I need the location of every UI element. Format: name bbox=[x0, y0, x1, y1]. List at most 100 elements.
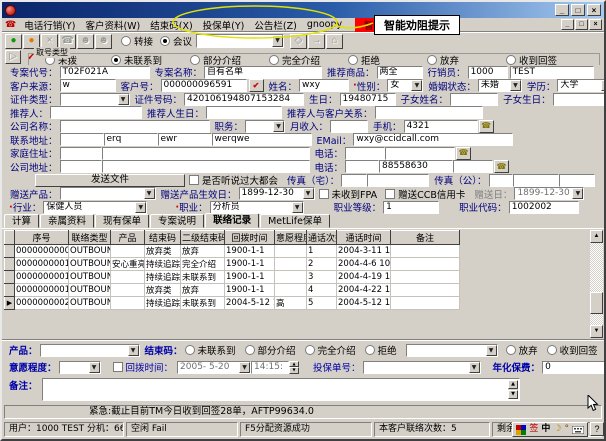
fax-office-input-3[interactable] bbox=[559, 174, 595, 187]
willingness-select[interactable]: ▼ bbox=[59, 361, 101, 374]
gift-eff-select[interactable]: 1899-12-30▼ bbox=[239, 187, 315, 200]
col-header[interactable]: 序号 bbox=[15, 231, 69, 245]
row-selector[interactable] bbox=[5, 245, 15, 258]
chevron-down-icon[interactable]: ▼ bbox=[411, 80, 422, 91]
mdi-minimize-button[interactable]: _ bbox=[561, 19, 574, 30]
col-header[interactable]: 备注 bbox=[391, 231, 460, 245]
tel2-input-1[interactable] bbox=[345, 160, 379, 173]
moon-icon[interactable]: ☽ bbox=[553, 423, 561, 436]
chevron-down-icon[interactable]: ▼ bbox=[118, 94, 129, 105]
keyboard-icon[interactable] bbox=[572, 426, 584, 434]
fax-office-input-1[interactable] bbox=[489, 174, 513, 187]
close-button[interactable]: × bbox=[587, 4, 601, 16]
addr-input-4[interactable]: werqwe bbox=[212, 133, 312, 146]
row-selector[interactable] bbox=[5, 258, 15, 271]
ccb-checkbox[interactable]: 赠送CCB信用卡 bbox=[385, 187, 465, 201]
id-no-input[interactable]: 420106194807153284 bbox=[184, 93, 304, 106]
mobile-input[interactable]: 4321 bbox=[404, 120, 478, 133]
help-button[interactable]: ? bbox=[590, 422, 604, 436]
gift-select[interactable]: ▼ bbox=[60, 187, 156, 200]
chevron-down-icon[interactable]: ▼ bbox=[292, 202, 303, 213]
child-name-input[interactable] bbox=[450, 93, 498, 106]
remark-textarea[interactable]: ▲ ▼ bbox=[42, 378, 520, 401]
row-selector[interactable] bbox=[5, 271, 15, 284]
result-radio[interactable]: 放弃 bbox=[506, 343, 538, 357]
job-select[interactable]: ▼ bbox=[245, 120, 285, 133]
tab[interactable]: 现有保单 bbox=[95, 214, 149, 228]
company-input[interactable] bbox=[60, 120, 210, 133]
restore-button[interactable]: □ bbox=[571, 4, 585, 16]
fpa-checkbox[interactable]: 未收到FPA bbox=[319, 187, 378, 201]
tab[interactable]: 亲属资料 bbox=[40, 214, 94, 228]
heard-metlife-checkbox[interactable]: 是否听说过大都会 bbox=[189, 173, 278, 187]
menu-item[interactable]: gnoopy bbox=[302, 19, 347, 30]
agent-button[interactable]: ☻ bbox=[77, 34, 94, 49]
col-header[interactable]: 二级结束码 bbox=[181, 231, 225, 245]
menu-item[interactable]: 结束码(X) bbox=[145, 18, 197, 32]
fax-office-input-2[interactable] bbox=[513, 174, 559, 187]
transfer-radio[interactable]: 转接 bbox=[121, 34, 153, 48]
edu-select[interactable]: 大学▼ bbox=[557, 79, 606, 92]
conference-radio[interactable]: 会议 bbox=[160, 34, 192, 48]
dial-mobile-button[interactable]: ☎ bbox=[479, 120, 494, 133]
minimize-button[interactable]: _ bbox=[555, 4, 569, 16]
chevron-down-icon[interactable]: ▼ bbox=[510, 80, 521, 91]
dial-tel1-button[interactable]: ☎ bbox=[456, 147, 471, 160]
reject-reason-select[interactable]: ▼ bbox=[406, 344, 498, 357]
home-button[interactable]: ⌂ bbox=[326, 34, 343, 49]
row-selector[interactable] bbox=[5, 284, 15, 297]
col-header[interactable]: 意愿程度 bbox=[275, 231, 307, 245]
rec-product-input[interactable]: 两全 bbox=[377, 66, 423, 79]
scroll-down-icon[interactable]: ▼ bbox=[590, 325, 603, 338]
addr-input-2[interactable]: erq bbox=[104, 133, 158, 146]
result-radio[interactable]: 未联系到 bbox=[185, 343, 236, 357]
fax-home-input-2[interactable] bbox=[367, 174, 429, 187]
col-header[interactable]: 回拨时间 bbox=[225, 231, 275, 245]
addr-input-1[interactable] bbox=[60, 133, 104, 146]
tab[interactable]: 联络记录 bbox=[205, 213, 259, 228]
menu-item[interactable]: 投保单(Y) bbox=[198, 18, 250, 32]
tab[interactable]: 计算 bbox=[4, 214, 39, 228]
supervisor-button[interactable]: ☻ bbox=[95, 34, 112, 49]
row-selector[interactable] bbox=[5, 297, 15, 310]
stamp-icon[interactable]: 签 bbox=[529, 423, 538, 436]
chevron-down-icon[interactable]: ▼ bbox=[144, 188, 155, 199]
industry-select[interactable]: 保健人员▼ bbox=[43, 201, 147, 214]
tel1-input-1[interactable] bbox=[345, 147, 385, 160]
table-row[interactable]: 00000000018 OUTBOUND 放弃类 放弃 1900-1-1 4 2… bbox=[5, 284, 460, 297]
remark-scrollbar[interactable]: ▲ ▼ bbox=[508, 380, 518, 399]
referrer-input[interactable] bbox=[50, 106, 142, 119]
col-header[interactable]: 结束码 bbox=[145, 231, 181, 245]
table-row[interactable]: 00000000021 OUTBOUND 持续追踪 未联系到 2004-5-12… bbox=[5, 297, 460, 310]
ref-birth-input[interactable] bbox=[206, 106, 282, 119]
fax-home-input-1[interactable] bbox=[341, 174, 367, 187]
ime-logo-icon[interactable] bbox=[516, 425, 526, 435]
result-radio[interactable]: 拒绝 bbox=[365, 343, 397, 357]
scroll-down-icon[interactable]: ▼ bbox=[508, 390, 518, 399]
product-select[interactable]: ▼ bbox=[40, 344, 140, 357]
chevron-down-icon[interactable]: ▼ bbox=[303, 188, 314, 199]
col-header[interactable]: 通话时间 bbox=[337, 231, 391, 245]
home-addr-input-2[interactable] bbox=[102, 147, 310, 160]
occupation-select[interactable]: 分析员▼ bbox=[210, 201, 304, 214]
answer-button[interactable]: ● bbox=[5, 34, 22, 49]
project-name-input[interactable]: 自有名单 bbox=[204, 66, 322, 79]
mdi-close-button[interactable]: × bbox=[589, 19, 602, 30]
dot-icon[interactable]: ° bbox=[565, 423, 570, 436]
chevron-down-icon[interactable]: ▼ bbox=[135, 202, 146, 213]
income-input[interactable] bbox=[330, 120, 368, 133]
comp-addr-input-2[interactable] bbox=[102, 160, 310, 173]
result-radio[interactable]: 收到回签 bbox=[547, 343, 598, 357]
birth-input[interactable]: 19480715 bbox=[340, 93, 396, 106]
spin-down-icon[interactable]: ▼ bbox=[289, 367, 299, 374]
tab[interactable]: MetLife保单 bbox=[260, 214, 330, 228]
source-input[interactable]: w bbox=[60, 79, 116, 92]
marital-select[interactable]: 未婚▼ bbox=[478, 79, 522, 92]
chevron-down-icon[interactable]: ▼ bbox=[89, 362, 100, 373]
scroll-up-icon[interactable]: ▲ bbox=[590, 230, 603, 243]
menu-item[interactable]: 电话行销(Y) bbox=[19, 18, 80, 32]
forward-button[interactable]: → bbox=[308, 34, 325, 49]
verify-check-button[interactable]: ✔ bbox=[249, 79, 264, 92]
col-header[interactable]: 产品 bbox=[111, 231, 145, 245]
tel2-input-3[interactable] bbox=[453, 160, 493, 173]
